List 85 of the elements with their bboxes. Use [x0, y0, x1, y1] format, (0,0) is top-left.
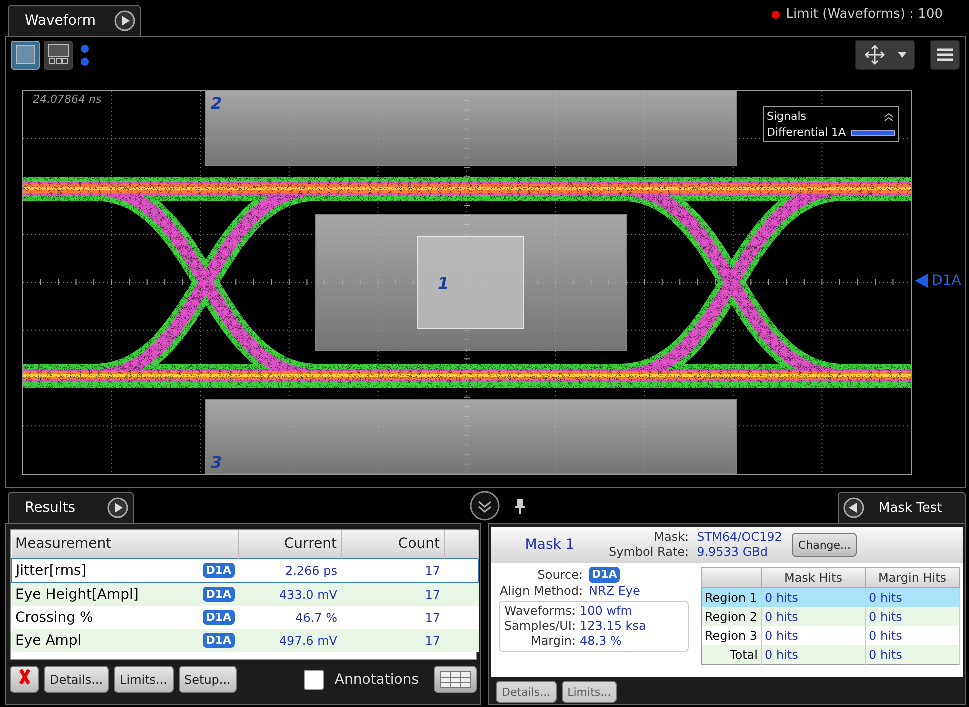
- source-badge: D1A: [203, 610, 234, 625]
- field-label: Source:: [536, 567, 583, 583]
- field-label: Margin:: [530, 634, 576, 649]
- measurement-name: Eye Height[Ampl]: [16, 586, 139, 602]
- back-icon[interactable]: [843, 497, 865, 519]
- status-dot: [772, 10, 780, 18]
- field-value: 100 wfm: [580, 604, 634, 619]
- limit-label: Limit (Waveforms) : 100: [786, 7, 943, 22]
- collapse-icon[interactable]: [883, 112, 895, 122]
- count-value: 17: [342, 629, 444, 652]
- table-view-button[interactable]: [434, 666, 477, 693]
- delete-button[interactable]: [10, 666, 39, 693]
- current-value: 497.6 mV: [238, 629, 342, 652]
- current-value: 46.7 %: [238, 606, 342, 629]
- region-row[interactable]: Region 1 0 hits 0 hits: [702, 588, 960, 607]
- field-label: Align Method:: [499, 583, 583, 599]
- panel-button[interactable]: Details...: [44, 666, 110, 693]
- current-value: 433.0 mV: [238, 582, 342, 606]
- source-badge: D1A: [203, 587, 234, 602]
- field-label: Symbol Rate:: [609, 545, 690, 560]
- field-value: 9.9533 GBd: [697, 545, 770, 560]
- region-label: 1: [438, 274, 450, 293]
- field-label: Mask:: [653, 530, 690, 545]
- mask-hits-value: 0 hits: [762, 607, 866, 626]
- dropdown-arrow-icon: [898, 52, 907, 58]
- marker-arrow-icon: [915, 274, 928, 288]
- region-name: Total: [702, 645, 762, 664]
- mask-test-tab[interactable]: Mask Test: [838, 492, 966, 523]
- margin-hits-value: 0 hits: [866, 607, 960, 626]
- region-row[interactable]: Total 0 hits 0 hits: [702, 645, 960, 664]
- channel-dots: [81, 44, 89, 66]
- results-tab[interactable]: Results: [8, 492, 134, 523]
- source-badge: D1A: [203, 563, 234, 578]
- mask-hits-value: 0 hits: [762, 588, 866, 607]
- margin-hits-value: 0 hits: [866, 588, 960, 607]
- menu-button[interactable]: [930, 40, 960, 70]
- signal-swatch: [851, 130, 895, 136]
- panel-button[interactable]: Setup...: [178, 666, 237, 693]
- play-icon[interactable]: [114, 10, 136, 32]
- region-name: Region 2: [702, 607, 762, 626]
- channel-marker: D1A: [932, 273, 962, 289]
- region-label: 2: [211, 94, 222, 113]
- count-value: 17: [342, 606, 444, 629]
- mask-title: Mask 1: [524, 537, 576, 553]
- source-badge: D1A: [203, 633, 234, 648]
- collapse-button[interactable]: [470, 490, 500, 520]
- column-header[interactable]: Measurement: [12, 530, 238, 558]
- region-name: Region 1: [702, 588, 762, 607]
- timestamp-label: 24.07864 ns: [33, 93, 102, 106]
- pin-icon[interactable]: [514, 498, 526, 514]
- measurement-row[interactable]: Crossing % D1A 46.7 % 17: [12, 606, 478, 629]
- field-value: 123.15 ksa: [580, 619, 648, 634]
- count-value: 17: [342, 582, 444, 606]
- legend-title: Signals: [767, 110, 807, 123]
- region-row[interactable]: Region 2 0 hits 0 hits: [702, 607, 960, 626]
- column-header[interactable]: Margin Hits: [866, 568, 960, 588]
- field-label: Samples/UI:: [503, 619, 576, 634]
- field-value: 48.3 %: [580, 634, 623, 649]
- measurement-name: Crossing %: [16, 610, 94, 626]
- pan-button[interactable]: [855, 40, 915, 70]
- waveform-tab[interactable]: Waveform: [8, 5, 142, 36]
- annotations-label: Annotations: [334, 672, 419, 688]
- annotations-checkbox[interactable]: [304, 670, 324, 690]
- region-label: 3: [211, 453, 222, 472]
- source-badge: D1A: [589, 567, 620, 583]
- column-header[interactable]: Count: [342, 530, 444, 558]
- measurement-name: Eye Ampl: [16, 632, 82, 648]
- mask-hits-value: 0 hits: [762, 645, 866, 664]
- field-label: Waveforms:: [504, 604, 576, 619]
- play-icon[interactable]: [107, 497, 129, 519]
- grid-view-button[interactable]: [44, 40, 73, 70]
- change-button[interactable]: Change...: [792, 533, 858, 557]
- signal-name: Differential 1A: [767, 126, 846, 139]
- measurement-row[interactable]: Eye Height[Ampl] D1A 433.0 mV 17: [12, 582, 478, 606]
- close-icon: [18, 668, 32, 686]
- panel-button[interactable]: Limits...: [114, 666, 174, 693]
- field-value: STM64/OC192: [697, 530, 782, 545]
- menu-icon: [935, 47, 955, 63]
- measurement-row[interactable]: Eye Ampl D1A 497.6 mV 17: [12, 629, 478, 652]
- column-header[interactable]: Current: [238, 530, 342, 558]
- margin-hits-value: 0 hits: [866, 645, 960, 664]
- column-header[interactable]: Mask Hits: [762, 568, 866, 588]
- single-view-button[interactable]: [11, 40, 40, 70]
- measurement-name: Jitter[rms]: [16, 562, 87, 578]
- field-value: NRZ Eye: [589, 583, 642, 599]
